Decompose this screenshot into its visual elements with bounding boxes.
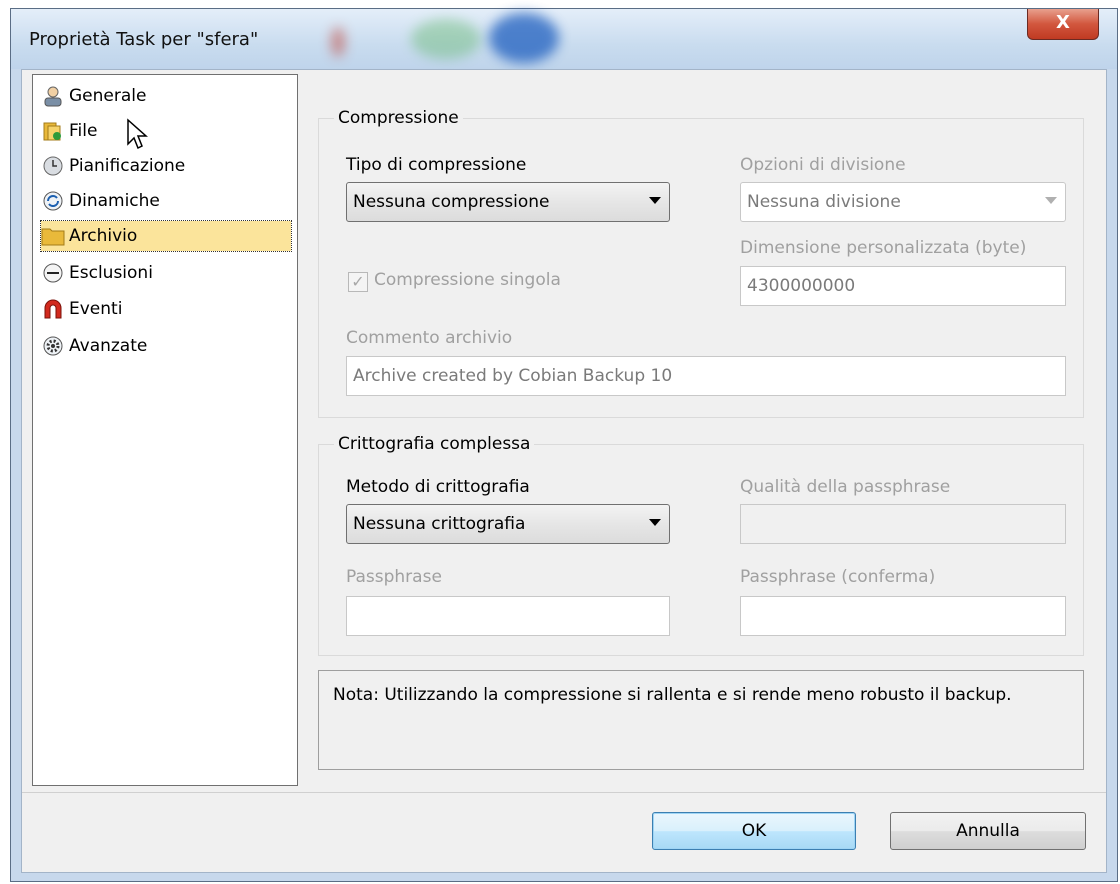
passphrase-confirm-label: Passphrase (conferma) <box>740 567 936 587</box>
sidebar-item-file[interactable]: File <box>41 116 97 146</box>
note-box: Nota: Utilizzando la compressione si ral… <box>318 670 1084 770</box>
sidebar-item-label: Archivio <box>69 226 138 246</box>
dialog-window: Proprietà Task per "sfera" X Generale Fi… <box>10 8 1118 882</box>
archive-folder-icon <box>41 224 65 248</box>
passphrase-quality-label: Qualità della passphrase <box>740 477 951 497</box>
sidebar-item-label: Dinamiche <box>69 191 160 211</box>
encryption-method-label: Metodo di crittografia <box>346 477 530 497</box>
split-options-label: Opzioni di divisione <box>740 155 906 175</box>
archive-comment-label: Commento archivio <box>346 328 513 348</box>
sidebar-item-label: Generale <box>69 86 147 106</box>
single-compression-checkbox[interactable]: ✓ <box>348 272 368 292</box>
magnet-icon <box>41 297 65 321</box>
single-compression-label: Compressione singola <box>374 270 561 290</box>
ok-button[interactable]: OK <box>652 812 856 850</box>
compression-type-label: Tipo di compressione <box>346 155 527 175</box>
compression-group-title: Compressione <box>334 108 463 128</box>
sidebar-item-label: File <box>69 121 98 141</box>
background-blur <box>489 13 559 63</box>
compression-type-dropdown[interactable]: Nessuna compressione <box>346 182 670 222</box>
folder-icon <box>41 119 65 143</box>
encryption-method-value: Nessuna crittografia <box>353 514 526 534</box>
chevron-down-icon <box>1045 197 1057 204</box>
encryption-method-dropdown[interactable]: Nessuna crittografia <box>346 504 670 544</box>
sidebar-item-avanzate[interactable]: Avanzate <box>41 331 147 361</box>
compression-type-value: Nessuna compressione <box>353 192 550 212</box>
gear-icon <box>41 334 65 358</box>
sidebar-item-generale[interactable]: Generale <box>41 81 146 111</box>
sidebar-nav: Generale File Pianificazione Dinamiche A… <box>32 74 298 786</box>
encryption-group-title: Crittografia complessa <box>334 434 535 454</box>
passphrase-quality-bar <box>740 504 1066 544</box>
chevron-down-icon <box>649 197 661 204</box>
sidebar-item-dinamiche[interactable]: Dinamiche <box>41 186 160 216</box>
sidebar-item-label: Esclusioni <box>69 263 153 283</box>
background-blur <box>411 19 481 59</box>
custom-size-input[interactable]: 4300000000 <box>740 266 1066 306</box>
split-options-value: Nessuna divisione <box>747 192 901 212</box>
sidebar-item-esclusioni[interactable]: Esclusioni <box>41 258 153 288</box>
sidebar-item-label: Avanzate <box>69 336 148 356</box>
footer-divider <box>22 792 1106 793</box>
archive-comment-input[interactable]: Archive created by Cobian Backup 10 <box>346 356 1066 396</box>
title-bar[interactable]: Proprietà Task per "sfera" X <box>11 9 1117 69</box>
clock-icon <box>41 154 65 178</box>
refresh-icon <box>41 189 65 213</box>
sidebar-item-label: Pianificazione <box>69 156 186 176</box>
sidebar-item-archivio[interactable]: Archivio <box>40 220 292 252</box>
cancel-button[interactable]: Annulla <box>890 812 1086 850</box>
chevron-down-icon <box>649 519 661 526</box>
passphrase-confirm-input[interactable] <box>740 596 1066 636</box>
close-button[interactable]: X <box>1027 9 1099 40</box>
minus-icon <box>41 261 65 285</box>
sidebar-item-label: Eventi <box>69 299 123 319</box>
dialog-body: Generale File Pianificazione Dinamiche A… <box>21 69 1107 873</box>
background-blur <box>331 27 345 57</box>
passphrase-input[interactable] <box>346 596 670 636</box>
passphrase-label: Passphrase <box>346 567 442 587</box>
sidebar-item-pianificazione[interactable]: Pianificazione <box>41 151 185 181</box>
sidebar-item-eventi[interactable]: Eventi <box>41 294 122 324</box>
window-title: Proprietà Task per "sfera" <box>29 29 259 50</box>
user-icon <box>41 84 65 108</box>
custom-size-label: Dimensione personalizzata (byte) <box>740 238 1027 258</box>
split-options-dropdown[interactable]: Nessuna divisione <box>740 182 1066 222</box>
mouse-cursor-icon <box>126 118 152 157</box>
